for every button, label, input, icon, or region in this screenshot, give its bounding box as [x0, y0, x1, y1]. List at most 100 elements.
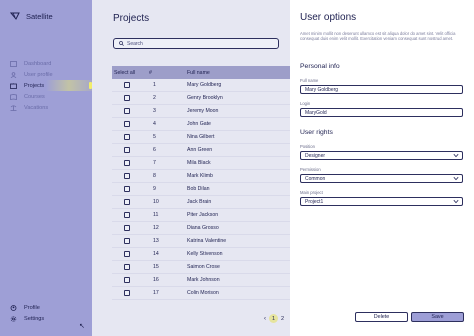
page-current[interactable]: 1 — [269, 314, 278, 323]
sidebar-item-label: Profile — [24, 304, 40, 311]
app-logo[interactable]: Satellite — [10, 11, 53, 21]
row-checkbox[interactable] — [112, 147, 149, 153]
checkbox-box[interactable] — [124, 238, 130, 244]
row-checkbox[interactable] — [112, 277, 149, 283]
row-checkbox[interactable] — [112, 160, 149, 166]
checkbox-box[interactable] — [124, 147, 130, 153]
checkbox-box[interactable] — [124, 134, 130, 140]
table-row[interactable]: 2 Genry Brooklyn — [112, 92, 290, 105]
row-checkbox[interactable] — [112, 82, 149, 88]
checkbox-box[interactable] — [124, 121, 130, 127]
permission-select[interactable]: Common — [300, 174, 463, 183]
table-row[interactable]: 3 Jeremy Moon — [112, 105, 290, 118]
sidebar-item-dashboard[interactable]: Dashboard — [0, 58, 92, 69]
checkbox-box[interactable] — [124, 251, 130, 257]
row-checkbox[interactable] — [112, 199, 149, 205]
table-row[interactable]: 1 Mary Goldberg — [112, 79, 290, 92]
main-project-label: Main project — [300, 190, 323, 195]
checkbox-box[interactable] — [124, 199, 130, 205]
login-field[interactable]: MaryGold — [300, 108, 463, 117]
row-full-name: Piter Jackson — [187, 212, 219, 218]
delete-button[interactable]: Delete — [355, 312, 408, 322]
position-label: Position — [300, 144, 315, 149]
table-row[interactable]: 13 Katrina Valentine — [112, 235, 290, 248]
row-number: 17 — [153, 290, 159, 296]
row-checkbox[interactable] — [112, 186, 149, 192]
checkbox-box[interactable] — [124, 160, 130, 166]
row-checkbox[interactable] — [112, 290, 149, 296]
collapse-sidebar-icon[interactable]: ↖ — [79, 322, 85, 330]
table-row[interactable]: 15 Saimon Crose — [112, 261, 290, 274]
sidebar-item-label: Dashboard — [24, 60, 52, 67]
checkbox-box[interactable] — [124, 186, 130, 192]
row-number: 15 — [153, 264, 159, 270]
full-name-header: Full name — [187, 69, 210, 76]
satellite-icon — [10, 12, 20, 20]
table-header: Select all # Full name — [112, 66, 290, 79]
table-row[interactable]: 14 Kelly Stivenson — [112, 248, 290, 261]
user-options-panel: User options Amet minim mollit non deser… — [290, 0, 474, 336]
main-project-select[interactable]: Project1 — [300, 197, 463, 206]
checkbox-box[interactable] — [124, 108, 130, 114]
row-checkbox[interactable] — [112, 212, 149, 218]
search-placeholder: Search — [127, 40, 143, 47]
full-name-label: Full name — [300, 78, 319, 83]
sidebar-item-profile[interactable]: Profile — [0, 302, 92, 313]
sidebar-item-courses[interactable]: Courses — [0, 91, 92, 102]
table-row[interactable]: 6 Ann Green — [112, 144, 290, 157]
chevron-down-icon — [453, 199, 459, 204]
row-checkbox[interactable] — [112, 251, 149, 257]
checkbox-box[interactable] — [124, 225, 130, 231]
full-name-field[interactable]: Mary Goldberg — [300, 85, 463, 94]
row-number: 2 — [153, 95, 156, 101]
sidebar-item-projects[interactable]: Projects — [0, 80, 92, 91]
position-select[interactable]: Designer — [300, 151, 463, 160]
chevron-down-icon — [453, 176, 459, 181]
sidebar-item-user-profile[interactable]: User profile — [0, 69, 92, 80]
checkbox-box[interactable] — [124, 277, 130, 283]
row-full-name: John Gate — [187, 121, 211, 127]
table-row[interactable]: 9 Bob Dilan — [112, 183, 290, 196]
save-button[interactable]: Save — [411, 312, 464, 322]
page-next-number[interactable]: 2 — [281, 316, 284, 322]
row-checkbox[interactable] — [112, 173, 149, 179]
table-row[interactable]: 17 Colin Morison — [112, 287, 290, 300]
sidebar-item-label: User profile — [24, 71, 53, 78]
row-checkbox[interactable] — [112, 225, 149, 231]
row-full-name: Ann Green — [187, 147, 213, 153]
checkbox-box[interactable] — [124, 290, 130, 296]
table-row[interactable]: 12 Diana Grosso — [112, 222, 290, 235]
checkbox-box[interactable] — [124, 82, 130, 88]
sidebar-item-label: Settings — [24, 315, 45, 322]
row-number: 8 — [153, 173, 156, 179]
search-input[interactable]: Search — [113, 38, 279, 49]
row-checkbox[interactable] — [112, 134, 149, 140]
number-header: # — [149, 69, 152, 76]
checkbox-box[interactable] — [124, 212, 130, 218]
row-checkbox[interactable] — [112, 95, 149, 101]
row-checkbox[interactable] — [112, 238, 149, 244]
row-full-name: Mark Johnson — [187, 277, 220, 283]
table-row[interactable]: 7 Mila Black — [112, 157, 290, 170]
row-checkbox[interactable] — [112, 264, 149, 270]
user-icon — [10, 71, 17, 78]
prev-page-icon[interactable]: ‹ — [264, 316, 266, 322]
checkbox-box[interactable] — [124, 173, 130, 179]
row-full-name: Colin Morison — [187, 290, 219, 296]
login-value: MaryGold — [305, 109, 327, 116]
table-row[interactable]: 10 Jack Brain — [112, 196, 290, 209]
row-full-name: Kelly Stivenson — [187, 251, 223, 257]
table-body: 1 Mary Goldberg 2 Genry Brooklyn 3 Jeremy Moo… — [112, 79, 290, 300]
select-all-header[interactable]: Select all — [112, 70, 149, 76]
table-row[interactable]: 16 Mark Johnson — [112, 274, 290, 287]
table-row[interactable]: 8 Mark Klimb — [112, 170, 290, 183]
personal-info-heading: Personal info — [300, 63, 340, 70]
row-checkbox[interactable] — [112, 108, 149, 114]
checkbox-box[interactable] — [124, 95, 130, 101]
table-row[interactable]: 5 Nina Gilbert — [112, 131, 290, 144]
sidebar-item-vacations[interactable]: Vacations — [0, 102, 92, 113]
table-row[interactable]: 11 Piter Jackson — [112, 209, 290, 222]
row-checkbox[interactable] — [112, 121, 149, 127]
checkbox-box[interactable] — [124, 264, 130, 270]
table-row[interactable]: 4 John Gate — [112, 118, 290, 131]
